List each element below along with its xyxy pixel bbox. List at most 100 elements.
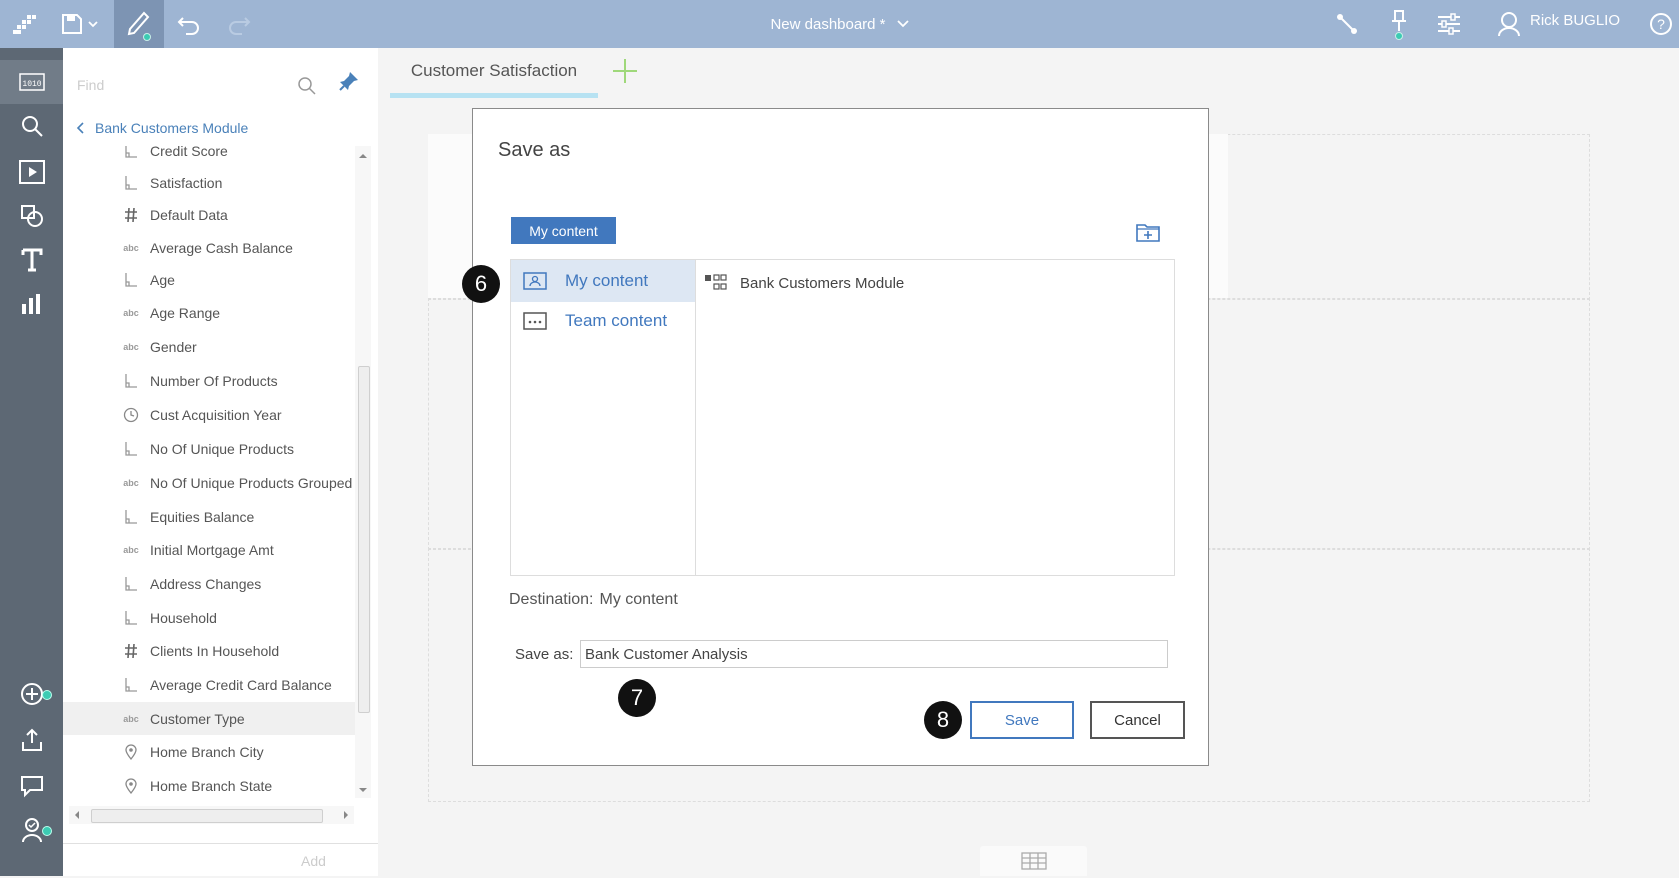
redo-icon[interactable] xyxy=(224,0,254,48)
list-item[interactable]: No Of Unique Products xyxy=(63,432,355,465)
app-menu-icon[interactable] xyxy=(10,0,40,48)
location-label: My content xyxy=(565,271,649,290)
save-icon[interactable] xyxy=(56,0,106,48)
status-dot xyxy=(42,690,52,700)
shapes-icon[interactable] xyxy=(0,194,63,238)
list-item[interactable]: abc Age Range xyxy=(63,296,355,329)
scroll-right-icon[interactable] xyxy=(340,806,352,824)
location-my-content[interactable]: My content xyxy=(511,260,695,302)
data-sources-icon[interactable]: 1010 xyxy=(0,60,63,104)
visualizations-icon[interactable] xyxy=(0,282,63,326)
measure-icon xyxy=(122,610,140,626)
list-item[interactable]: abc Gender xyxy=(63,330,355,363)
data-tray-tab[interactable] xyxy=(980,846,1087,876)
list-item-label: Gender xyxy=(150,338,197,355)
list-item-label: Default Data xyxy=(150,206,228,223)
search-icon[interactable] xyxy=(297,76,317,96)
share-icon[interactable] xyxy=(0,718,63,762)
user-icon[interactable] xyxy=(1494,0,1524,48)
top-bar: New dashboard * Rick BUGLIO ? xyxy=(0,0,1679,48)
list-item[interactable]: Address Changes xyxy=(63,567,355,600)
list-item[interactable]: Average Credit Card Balance xyxy=(63,668,355,701)
text-icon[interactable] xyxy=(0,238,63,282)
scroll-down-icon[interactable] xyxy=(355,784,371,796)
chevron-down-icon[interactable] xyxy=(896,19,910,29)
module-row[interactable]: Bank Customers Module xyxy=(696,266,904,300)
list-item[interactable]: Home Branch City xyxy=(63,735,355,768)
scroll-up-icon[interactable] xyxy=(355,150,371,162)
svg-text:?: ? xyxy=(1657,16,1665,32)
measure-icon xyxy=(122,373,140,389)
list-item[interactable]: Default Data xyxy=(63,198,355,231)
list-item[interactable]: abc No Of Unique Products Grouped xyxy=(63,466,355,499)
horizontal-scrollbar[interactable] xyxy=(69,806,354,824)
module-label: Bank Customers Module xyxy=(740,274,905,292)
list-item[interactable]: Clients In Household xyxy=(63,634,355,667)
edit-mode-icon[interactable] xyxy=(114,0,164,48)
my-content-folder-icon xyxy=(523,271,547,291)
list-item-label: Equities Balance xyxy=(150,508,255,525)
table-icon[interactable] xyxy=(1020,852,1047,870)
comment-icon[interactable] xyxy=(0,764,63,808)
measure-icon xyxy=(122,576,140,592)
save-as-input[interactable] xyxy=(580,640,1168,668)
add-source-icon[interactable] xyxy=(0,672,63,716)
scroll-thumb[interactable] xyxy=(91,809,323,823)
list-item[interactable]: abc Average Cash Balance xyxy=(63,231,355,264)
list-item-label: Home Branch City xyxy=(150,743,264,760)
add-button[interactable]: Add xyxy=(63,843,378,878)
list-item[interactable]: Household xyxy=(63,601,355,634)
cancel-button[interactable]: Cancel xyxy=(1090,701,1185,739)
back-link[interactable]: Bank Customers Module xyxy=(75,118,248,138)
scroll-left-icon[interactable] xyxy=(71,806,83,824)
abc-icon: abc xyxy=(123,242,139,253)
dialog-title: Save as xyxy=(498,139,571,161)
list-item[interactable]: Home Branch State xyxy=(63,769,355,798)
team-content-folder-icon xyxy=(523,311,547,331)
find-field[interactable]: Find xyxy=(75,70,345,100)
assistant-icon[interactable] xyxy=(0,808,63,852)
properties-icon[interactable] xyxy=(1434,0,1464,48)
measure-icon xyxy=(122,175,140,191)
new-folder-icon[interactable] xyxy=(1135,221,1161,243)
list-item[interactable]: abc Customer Type xyxy=(63,702,355,735)
add-tab-icon[interactable] xyxy=(610,56,640,86)
data-panel: Find Bank Customers Module Credit Score … xyxy=(63,48,379,876)
find-placeholder: Find xyxy=(77,77,105,93)
user-name[interactable]: Rick BUGLIO xyxy=(1530,0,1620,48)
undo-icon[interactable] xyxy=(174,0,204,48)
breadcrumb-my-content[interactable]: My content xyxy=(511,217,616,244)
pin-icon[interactable] xyxy=(1384,0,1414,48)
list-item-label: Customer Type xyxy=(150,710,245,727)
module-icon xyxy=(704,274,728,292)
list-item-label: Age Range xyxy=(150,304,221,321)
scroll-thumb[interactable] xyxy=(358,366,370,713)
dashboard-title[interactable]: New dashboard * xyxy=(690,0,990,48)
list-item-label: Credit Score xyxy=(150,146,228,159)
list-item[interactable]: Equities Balance xyxy=(63,500,355,533)
tab-customer-satisfaction[interactable]: Customer Satisfaction xyxy=(390,48,598,98)
abc-icon: abc xyxy=(123,477,139,488)
abc-icon: abc xyxy=(123,713,139,724)
help-icon[interactable]: ? xyxy=(1646,0,1676,48)
list-item[interactable]: Number Of Products xyxy=(63,364,355,397)
vertical-scrollbar[interactable] xyxy=(355,146,371,798)
list-item[interactable]: Credit Score xyxy=(63,146,355,167)
list-item[interactable]: Satisfaction xyxy=(63,166,355,199)
list-item[interactable]: abc Initial Mortgage Amt xyxy=(63,533,355,566)
media-icon[interactable] xyxy=(0,150,63,194)
list-item-label: Initial Mortgage Amt xyxy=(150,541,274,558)
list-item[interactable]: Age xyxy=(63,263,355,296)
clock-icon xyxy=(122,407,140,423)
data-items-list: Credit Score Satisfaction Default Data a… xyxy=(63,146,355,798)
relationships-icon[interactable] xyxy=(1332,0,1362,48)
list-item-label: Age xyxy=(150,271,175,288)
pin-panel-icon[interactable] xyxy=(338,70,360,92)
search-data-icon[interactable] xyxy=(0,104,63,148)
save-button[interactable]: Save xyxy=(970,701,1074,739)
left-rail: 1010 xyxy=(0,48,63,876)
location-team-content[interactable]: Team content xyxy=(511,300,695,342)
list-item[interactable]: Cust Acquisition Year xyxy=(63,398,355,431)
step-marker-7: 7 xyxy=(618,679,656,717)
abc-icon: abc xyxy=(123,341,139,352)
